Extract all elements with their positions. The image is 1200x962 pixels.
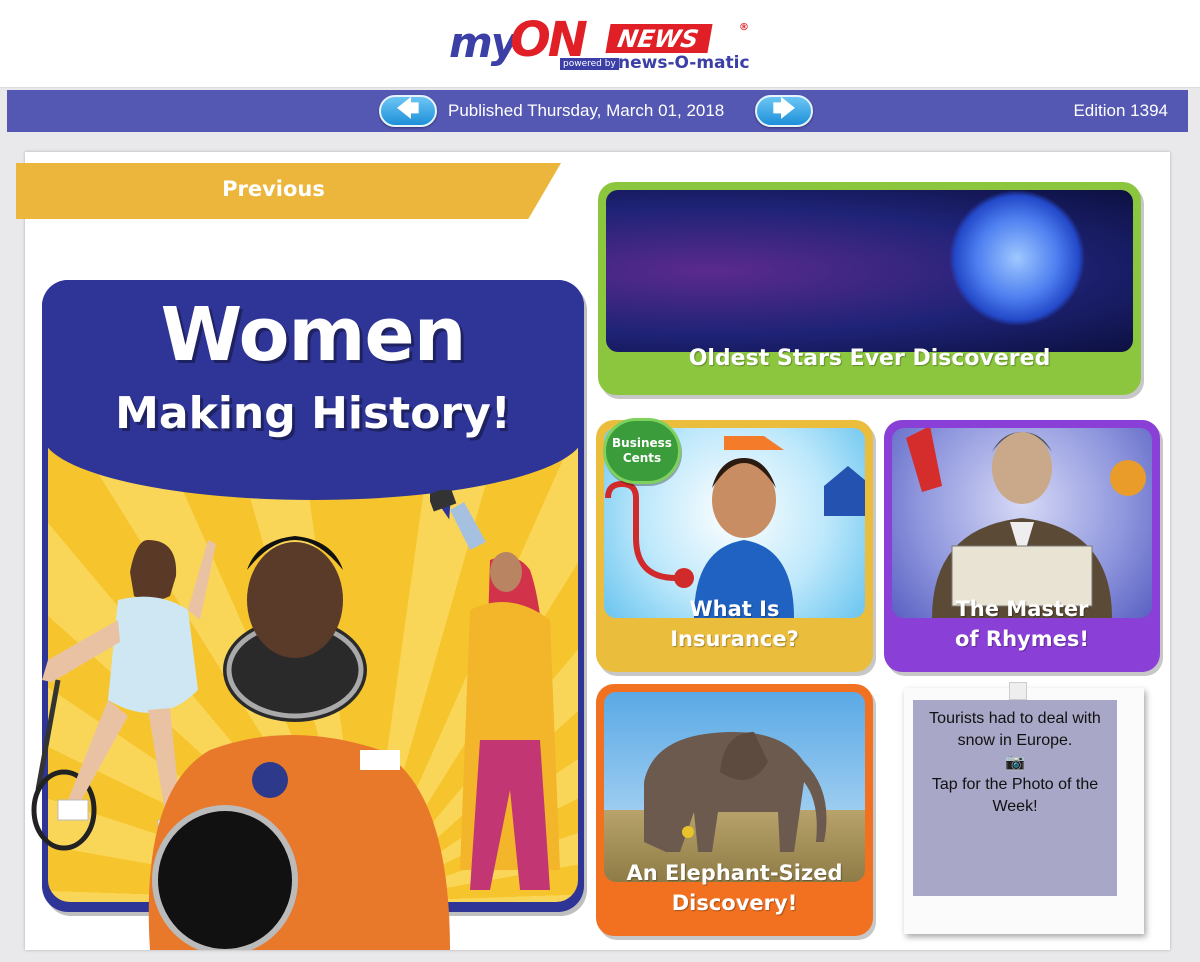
edition-bar: 🡄 Published Thursday, March 01, 2018 🡆 E… — [7, 90, 1188, 132]
tile-insurance-label: What Is Insurance? — [596, 594, 873, 654]
malala-image — [430, 490, 560, 890]
header: my ON NEWS ® powered by news-O-matic — [0, 0, 1200, 88]
business-cents-badge: Business Cents — [603, 418, 681, 484]
tile-master-of-rhymes[interactable]: The Master of Rhymes! — [884, 420, 1160, 672]
tile-elephant-discovery[interactable]: An Elephant-Sized Discovery! — [596, 684, 873, 936]
pin-icon — [1009, 682, 1027, 700]
next-edition-button[interactable]: 🡆 — [755, 95, 813, 127]
arrow-left-icon: 🡄 — [396, 97, 420, 122]
photo-of-the-week-cta: Tap for the Photo of the Week! — [931, 776, 1099, 815]
main-story-title: Women — [160, 292, 467, 378]
myon-news-logo[interactable]: my ON NEWS ® powered by news-O-matic — [446, 10, 756, 76]
tile-insurance-label-line2: Insurance? — [670, 627, 799, 651]
tile-elephant-label-line1: An Elephant-Sized — [626, 861, 843, 885]
logo-news: NEWS — [605, 24, 713, 53]
star-image — [606, 190, 1133, 352]
photo-of-the-week-text: Tourists had to deal with snow in Europe… — [913, 700, 1117, 896]
main-story-subtitle: Making History! — [115, 388, 511, 439]
published-date: Published Thursday, March 01, 2018 — [448, 101, 725, 120]
dr-seuss-portrait — [906, 428, 1146, 618]
elephant-illustration — [644, 732, 827, 852]
tile-master-of-rhymes-label-line1: The Master — [955, 597, 1089, 621]
logo-registered: ® — [739, 22, 749, 33]
tile-elephant-label-line2: Discovery! — [671, 891, 798, 915]
logo-my: my — [449, 18, 518, 67]
logo-powered-by: powered by — [560, 58, 619, 70]
tile-oldest-stars-label: Oldest Stars Ever Discovered — [688, 346, 1051, 371]
previous-label: Previous — [222, 177, 325, 201]
camera-icon: 📷 — [1005, 754, 1025, 771]
elephant-image — [604, 692, 865, 882]
tile-elephant-discovery-label: An Elephant-Sized Discovery! — [596, 858, 873, 918]
arrow-right-icon: 🡆 — [772, 97, 796, 122]
previous-edition-button[interactable]: 🡄 — [379, 95, 437, 127]
tile-master-of-rhymes-label-line2: of Rhymes! — [955, 627, 1089, 651]
previous-button[interactable]: Previous — [16, 163, 561, 219]
tile-oldest-stars[interactable]: Oldest Stars Ever Discovered — [598, 182, 1141, 395]
photo-of-the-week-caption: Tourists had to deal with snow in Europe… — [929, 710, 1101, 749]
edition-number: Edition 1394 — [1073, 101, 1168, 120]
astronaut-image — [148, 536, 450, 950]
dr-seuss-image — [892, 428, 1152, 618]
tile-insurance-label-line1: What Is — [689, 597, 780, 621]
tile-master-of-rhymes-label: The Master of Rhymes! — [884, 594, 1160, 654]
photo-of-the-week-card[interactable]: Tourists had to deal with snow in Europe… — [904, 682, 1144, 934]
logo-news-o-matic: news-O-matic — [618, 53, 750, 73]
